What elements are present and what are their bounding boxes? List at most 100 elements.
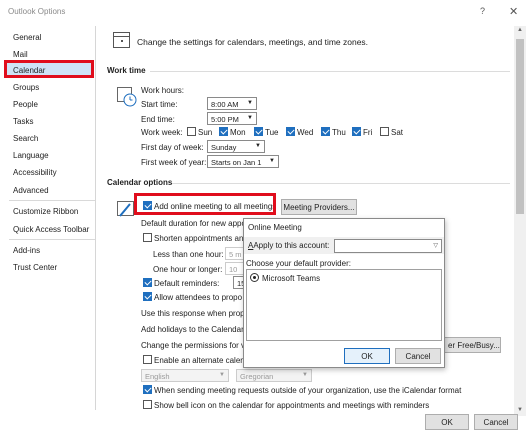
section-divider bbox=[172, 183, 510, 184]
end-time-select[interactable]: 5:00 PM ▼ bbox=[207, 112, 257, 125]
scroll-down-icon[interactable]: ▼ bbox=[517, 407, 523, 413]
default-reminders-label: Default reminders: bbox=[154, 279, 220, 288]
content-scrollbar[interactable]: ▲ ▼ bbox=[514, 26, 526, 416]
alternate-calendar-type-value: Gregorian bbox=[240, 372, 274, 381]
scrollbar-thumb[interactable] bbox=[516, 39, 524, 214]
thu-checkbox[interactable] bbox=[321, 127, 330, 136]
work-time-heading: Work time bbox=[107, 66, 146, 75]
page-description: Change the settings for calendars, meeti… bbox=[137, 37, 369, 47]
sidebar-item-advanced[interactable]: Advanced bbox=[6, 183, 94, 198]
sidebar-item-people[interactable]: People bbox=[6, 97, 94, 112]
chevron-down-icon: ▼ bbox=[302, 372, 308, 378]
dialog-title: Online Meeting bbox=[248, 223, 302, 232]
allow-propose-checkbox[interactable] bbox=[143, 292, 152, 301]
allow-propose-label: Allow attendees to propo bbox=[154, 293, 243, 302]
hour-or-longer-select[interactable]: 10 bbox=[225, 262, 245, 275]
less-than-hour-label: Less than one hour: bbox=[153, 250, 224, 259]
sidebar-item-quick-access-toolbar[interactable]: Quick Access Toolbar bbox=[6, 222, 94, 237]
calendar-highlight-box bbox=[4, 60, 94, 78]
alternate-calendar-checkbox[interactable] bbox=[143, 355, 152, 364]
dialog-cancel-button[interactable]: Cancel bbox=[395, 348, 441, 364]
work-week-label: Work week: bbox=[141, 128, 183, 137]
first-day-value: Sunday bbox=[211, 143, 237, 152]
alternate-language-value: English bbox=[145, 372, 170, 381]
chevron-down-icon: ▼ bbox=[269, 158, 275, 164]
tue-label: Tue bbox=[265, 128, 279, 137]
help-button[interactable]: ? bbox=[480, 6, 485, 16]
first-day-label: First day of week: bbox=[141, 143, 204, 152]
sun-checkbox[interactable] bbox=[187, 127, 196, 136]
sidebar-item-general[interactable]: General bbox=[6, 30, 94, 45]
end-time-value: 5:00 PM bbox=[211, 115, 239, 124]
work-hours-label: Work hours: bbox=[141, 86, 184, 95]
sidebar-item-tasks[interactable]: Tasks bbox=[6, 114, 94, 129]
calendar-settings-icon bbox=[113, 32, 130, 48]
title-bar: Outlook Options ? ✕ bbox=[0, 0, 529, 24]
sidebar-item-customize-ribbon[interactable]: Customize Ribbon bbox=[6, 204, 94, 219]
provider-option-label: Microsoft Teams bbox=[262, 274, 321, 283]
use-response-label: Use this response when propo bbox=[141, 309, 250, 318]
default-duration-label: Default duration for new appo bbox=[141, 219, 246, 228]
mon-checkbox[interactable] bbox=[219, 127, 228, 136]
sun-label: Sun bbox=[198, 128, 213, 137]
apply-account-label: AApply to this account: bbox=[248, 241, 330, 250]
start-time-select[interactable]: 8:00 AM ▼ bbox=[207, 97, 257, 110]
close-icon[interactable]: ✕ bbox=[509, 5, 518, 18]
scroll-up-icon[interactable]: ▲ bbox=[517, 27, 523, 33]
first-day-select[interactable]: Sunday ▼ bbox=[207, 140, 265, 153]
provider-radio[interactable] bbox=[250, 273, 259, 282]
start-time-value: 8:00 AM bbox=[211, 100, 239, 109]
alternate-language-select[interactable]: English ▼ bbox=[141, 369, 229, 382]
sidebar-nav: General Mail Calendar Groups People Task… bbox=[3, 26, 96, 410]
free-busy-button[interactable]: er Free/Busy... bbox=[444, 337, 501, 353]
sidebar-divider bbox=[9, 239, 95, 240]
cancel-button[interactable]: Cancel bbox=[474, 414, 518, 430]
bell-icon-label: Show bell icon on the calendar for appoi… bbox=[154, 401, 430, 410]
chevron-down-icon: ▼ bbox=[255, 143, 261, 149]
less-than-hour-select[interactable]: 5 m bbox=[225, 247, 245, 260]
ok-button[interactable]: OK bbox=[425, 414, 469, 430]
sidebar-item-add-ins[interactable]: Add-ins bbox=[6, 243, 94, 258]
sat-label: Sat bbox=[391, 128, 404, 137]
chevron-down-icon: ▼ bbox=[247, 100, 253, 106]
window-title: Outlook Options bbox=[8, 7, 66, 16]
section-divider bbox=[150, 71, 510, 72]
default-reminders-checkbox[interactable] bbox=[143, 278, 152, 287]
dialog-ok-button[interactable]: OK bbox=[344, 348, 390, 364]
icalendar-checkbox[interactable] bbox=[143, 385, 152, 394]
chevron-down-icon: ▼ bbox=[247, 115, 253, 121]
sat-checkbox[interactable] bbox=[380, 127, 389, 136]
sidebar-divider bbox=[9, 200, 95, 201]
bell-icon-checkbox[interactable] bbox=[143, 400, 152, 409]
end-time-label: End time: bbox=[141, 115, 175, 124]
online-meeting-dialog: Online Meeting AApply to this account: ▽… bbox=[243, 218, 445, 368]
alternate-calendar-label: Enable an alternate calend bbox=[154, 356, 250, 365]
hour-or-longer-label: One hour or longer: bbox=[153, 265, 223, 274]
first-week-select[interactable]: Starts on Jan 1 ▼ bbox=[207, 155, 279, 168]
sidebar-item-search[interactable]: Search bbox=[6, 131, 94, 146]
shorten-appointments-label: Shorten appointments and bbox=[154, 234, 248, 243]
clock-calendar-icon bbox=[117, 87, 137, 107]
choose-provider-label: Choose your default provider: bbox=[246, 259, 351, 268]
wed-checkbox[interactable] bbox=[286, 127, 295, 136]
tue-checkbox[interactable] bbox=[254, 127, 263, 136]
sidebar-item-trust-center[interactable]: Trust Center bbox=[6, 260, 94, 275]
alternate-calendar-type-select[interactable]: Gregorian ▼ bbox=[236, 369, 312, 382]
first-week-value: Starts on Jan 1 bbox=[211, 158, 262, 167]
add-holidays-label: Add holidays to the Calendar: bbox=[141, 325, 246, 334]
chevron-down-icon: ▼ bbox=[219, 372, 225, 378]
account-select[interactable]: ▽ bbox=[334, 239, 442, 253]
online-meeting-highlight-box bbox=[134, 193, 276, 215]
first-week-label: First week of year: bbox=[141, 158, 207, 167]
apply-account-text: Apply to this account: bbox=[253, 241, 330, 250]
meeting-providers-button[interactable]: Meeting Providers... bbox=[281, 199, 357, 215]
fri-checkbox[interactable] bbox=[352, 127, 361, 136]
mon-label: Mon bbox=[230, 128, 246, 137]
provider-list: Microsoft Teams bbox=[246, 269, 442, 341]
sidebar-item-accessibility[interactable]: Accessibility bbox=[6, 165, 94, 180]
sidebar-item-language[interactable]: Language bbox=[6, 148, 94, 163]
start-time-label: Start time: bbox=[141, 100, 178, 109]
sidebar-item-groups[interactable]: Groups bbox=[6, 80, 94, 95]
shorten-appointments-checkbox[interactable] bbox=[143, 233, 152, 242]
change-permissions-label: Change the permissions for vi bbox=[141, 341, 247, 350]
